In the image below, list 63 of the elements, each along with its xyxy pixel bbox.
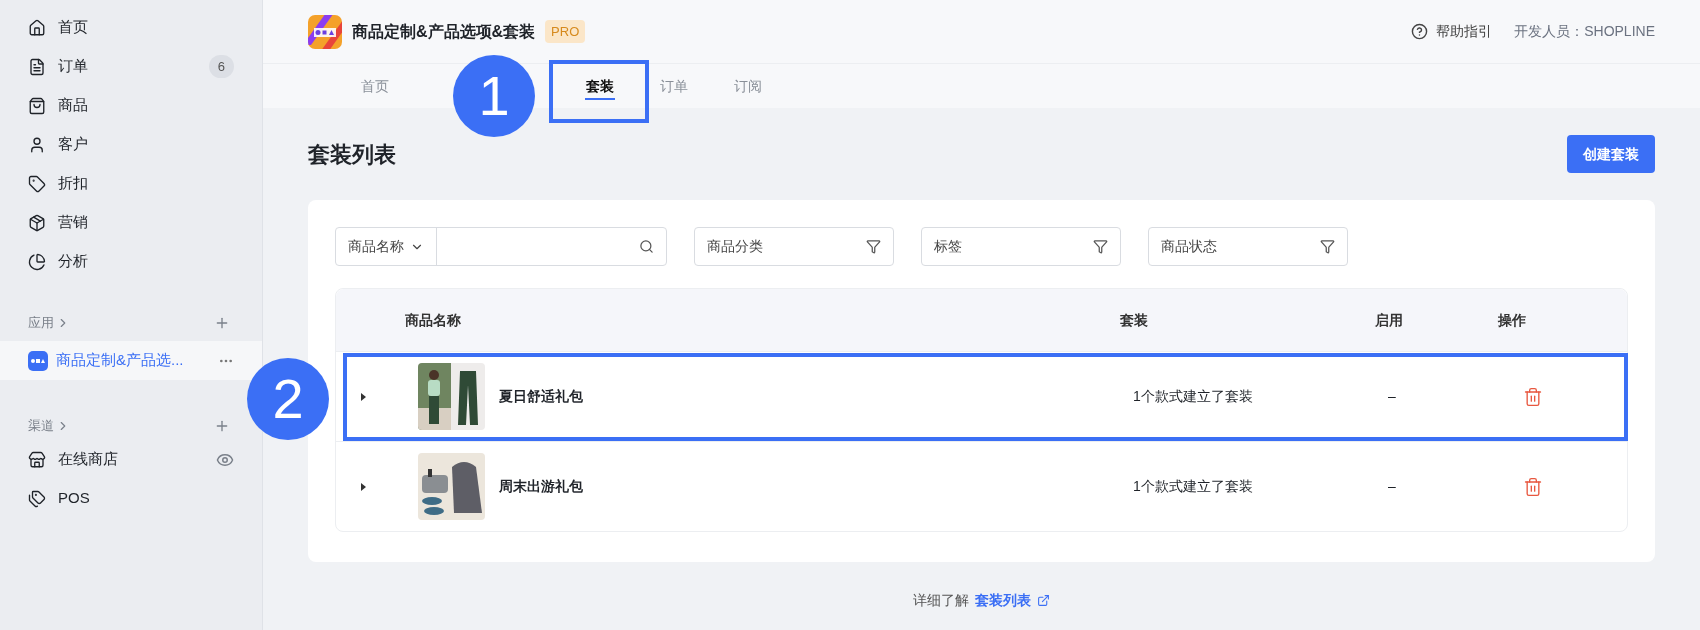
sidebar-item[interactable]: 首页 [10, 8, 252, 47]
pro-badge: PRO [545, 19, 586, 44]
table-cell-text: 1个款式建立了套装 [1133, 477, 1254, 496]
delete-icon[interactable] [1523, 476, 1543, 497]
filter-dropdown[interactable]: 商品状态 [1148, 227, 1348, 266]
sidebar-item[interactable]: 营销 [10, 203, 252, 242]
table-row[interactable]: 夏日舒适礼包 1个款式建立了套装 – [336, 351, 1627, 441]
table-cell-text: – [1388, 387, 1397, 406]
add-icon[interactable] [214, 418, 230, 434]
nav-icon [28, 18, 46, 37]
expand-icon[interactable] [361, 482, 366, 491]
delete-icon[interactable] [1523, 386, 1543, 407]
sidebar-item[interactable]: 在线商店 [10, 440, 252, 479]
nav-icon [28, 57, 46, 76]
column-header: 商品名称 [405, 310, 462, 330]
step-marker: 1 [453, 55, 535, 137]
column-header: 操作 [1498, 310, 1526, 330]
count-badge: 6 [208, 54, 234, 79]
external-link-icon[interactable] [1037, 594, 1050, 607]
column-header: 启用 [1375, 310, 1404, 330]
nav-icon [28, 96, 46, 115]
table-row[interactable]: 周末出游礼包 1个款式建立了套装 – [336, 441, 1627, 531]
table-cell-text: 夏日舒适礼包 [499, 387, 584, 406]
app-logo-icon [28, 350, 48, 371]
nav-icon [28, 252, 46, 271]
search-field[interactable]: 商品名称 [335, 227, 667, 266]
column-header: 套装 [1120, 310, 1149, 330]
add-icon[interactable] [214, 315, 230, 331]
filter-dropdown[interactable]: 标签 [921, 227, 1121, 266]
tab[interactable]: 套装 [563, 64, 637, 108]
store-icon [28, 450, 46, 469]
section-heading[interactable]: 渠道 [28, 416, 54, 436]
page-title: 套装列表 [308, 140, 396, 169]
filter-icon [1320, 239, 1335, 254]
table-cell-text: – [1388, 477, 1397, 496]
create-bundle-button[interactable]: 创建套装 [1567, 135, 1655, 173]
search-icon [639, 239, 654, 254]
filter-icon [866, 239, 881, 254]
developer-label: 开发人员：SHOPLINE [1514, 22, 1655, 41]
nav-icon [28, 174, 46, 193]
sidebar-item[interactable]: 客户 [10, 125, 252, 164]
nav-icon [28, 213, 46, 232]
sidebar-item[interactable]: 订单 6 [10, 47, 252, 86]
table-cell-text: 1个款式建立了套装 [1133, 387, 1254, 406]
section-heading[interactable]: 应用 [28, 313, 54, 333]
help-icon[interactable] [1411, 23, 1429, 40]
nav-icon [28, 135, 46, 154]
footer-text: 详细了解 [913, 591, 969, 610]
tag-icon [28, 489, 46, 508]
app-logo-icon [308, 14, 342, 49]
docs-link[interactable]: 套装列表 [975, 590, 1031, 611]
sidebar-item[interactable]: 分析 [10, 242, 252, 281]
field-select[interactable]: 商品名称 [336, 228, 437, 265]
filter-dropdown[interactable]: 商品分类 [694, 227, 894, 266]
sidebar-item[interactable]: 商品 [10, 86, 252, 125]
app-title: 商品定制&产品选项&套装 [352, 21, 536, 42]
table-cell-text: 周末出游礼包 [499, 477, 584, 496]
app-item[interactable]: 商品定制&产品选... [0, 341, 262, 380]
expand-icon[interactable] [361, 392, 366, 401]
sidebar-item[interactable]: 折扣 [10, 164, 252, 203]
filter-icon [1093, 239, 1108, 254]
sidebar-item[interactable]: POS [10, 479, 252, 518]
help-link[interactable]: 帮助指引 [1436, 21, 1493, 42]
